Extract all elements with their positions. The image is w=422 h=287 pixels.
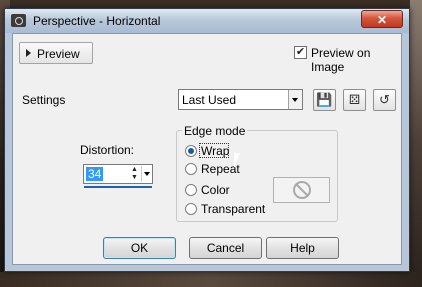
edge-mode-title: Edge mode (182, 124, 248, 138)
dialog-body: Preview ✔ Preview on Image Settings Last… (12, 33, 402, 265)
help-button[interactable]: Help (266, 237, 339, 259)
radio-wrap[interactable] (185, 145, 197, 157)
preview-on-image-checkbox[interactable]: ✔ (294, 46, 307, 59)
preview-on-image-label: Preview on Image (311, 46, 371, 74)
camera-icon (11, 14, 26, 27)
distortion-slider-track[interactable] (84, 186, 152, 188)
edge-color-swatch[interactable] (273, 177, 330, 203)
randomize-button[interactable]: ⚄ (343, 89, 366, 111)
radio-transparent[interactable] (185, 203, 197, 215)
close-button[interactable]: ✕ (361, 10, 403, 28)
save-preset-button[interactable]: 💾 (313, 89, 336, 111)
cancel-button[interactable]: Cancel (189, 237, 262, 259)
preview-toggle-button[interactable]: Preview (19, 42, 93, 64)
dialog-window: Perspective - Horizontal ✕ Preview ✔ Pre… (4, 8, 410, 272)
radio-repeat[interactable] (185, 163, 197, 175)
prohibited-icon (293, 181, 311, 199)
radio-label-color[interactable]: Color (201, 183, 230, 197)
title-bar[interactable]: Perspective - Horizontal ✕ (5, 9, 409, 33)
settings-label: Settings (22, 93, 66, 107)
radio-label-transparent[interactable]: Transparent (201, 202, 265, 216)
settings-preset-dropdown[interactable]: Last Used (178, 89, 303, 110)
radio-color[interactable] (185, 184, 197, 196)
ok-button[interactable]: OK (103, 237, 176, 259)
window-title: Perspective - Horizontal (33, 14, 161, 28)
floppy-disk-icon: 💾 (316, 92, 333, 107)
focus-rectangle (199, 143, 229, 158)
desktop-background-bottom (0, 272, 422, 287)
settings-selected-value: Last Used (182, 93, 237, 107)
distortion-dropdown-icon[interactable] (141, 166, 152, 182)
reset-icon: ↺ (379, 92, 390, 107)
dice-icon: ⚄ (348, 92, 361, 107)
expand-triangle-icon (26, 49, 31, 57)
chevron-down-icon[interactable] (288, 90, 302, 109)
distortion-input[interactable]: 34 ▲ ▼ (83, 164, 153, 184)
spinner-arrows-icon[interactable]: ▲ ▼ (129, 166, 140, 182)
preview-button-label: Preview (37, 47, 80, 61)
distortion-value[interactable]: 34 (86, 167, 104, 181)
mouse-pointer-icon (233, 152, 241, 169)
reset-button[interactable]: ↺ (373, 89, 396, 111)
desktop-background-right (410, 0, 422, 287)
distortion-label: Distortion: (80, 143, 135, 157)
